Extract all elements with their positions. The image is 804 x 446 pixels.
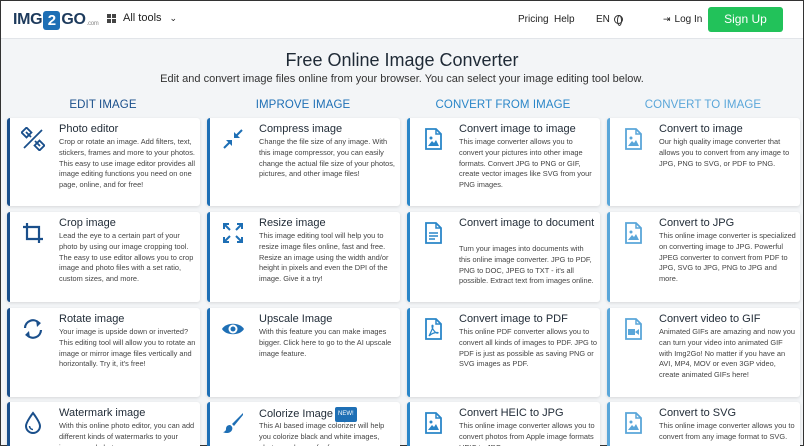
tool-title: Rotate image (59, 313, 125, 325)
photo-editor-icon (21, 127, 45, 151)
column-heading-improve: IMPROVE IMAGE (255, 99, 351, 111)
login-link[interactable]: ⇥ Log In (663, 14, 702, 25)
tool-description: With this online photo editor, you can a… (59, 421, 195, 446)
tool-title: Convert to JPG (659, 217, 735, 229)
tool-card-watermark-image[interactable]: Watermark image With this online photo e… (7, 402, 200, 446)
image-file-icon (625, 412, 642, 434)
tool-title: Colorize Image NEW! (259, 407, 399, 422)
tool-title: Compress image (259, 123, 343, 135)
pdf-file-icon (425, 318, 442, 340)
tool-description: With this feature you can make images bi… (259, 327, 392, 358)
new-badge: NEW! (334, 407, 357, 422)
tool-description: This online PDF converter allows you to … (459, 327, 598, 369)
tool-card-convert-to-svg[interactable]: Convert to SVG This online image convert… (607, 402, 800, 446)
tool-description: This AI based image colorizer will help … (259, 421, 385, 446)
tool-card-convert-heic-to-jpg[interactable]: Convert HEIC to JPG This online image co… (407, 402, 600, 446)
document-icon (425, 222, 442, 244)
image-file-icon (625, 128, 642, 150)
tool-title: Resize image (259, 217, 326, 229)
language-selector[interactable]: EN (596, 14, 623, 26)
tool-description: This online image converter is specializ… (659, 231, 796, 284)
tool-title: Upscale Image (259, 313, 333, 325)
tool-description: Turn your images into documents with thi… (459, 244, 594, 286)
tool-card-crop-image[interactable]: Crop image Lead the eye to a certain par… (7, 212, 200, 302)
top-header: IMG 2 GO .com All tools ⌄ Pricing Help EN ⇥… (1, 1, 803, 39)
tool-card-convert-to-image[interactable]: Convert to image Our high quality image … (607, 118, 800, 206)
tool-description: This online image converter allows you t… (459, 421, 595, 446)
tool-card-convert-image-to-document[interactable]: Convert image to document Turn your imag… (407, 212, 600, 302)
tool-title: Convert to image (659, 123, 743, 135)
image-file-icon (625, 222, 642, 244)
tool-card-upscale-image[interactable]: Upscale Image With this feature you can … (207, 308, 400, 397)
tool-title: Convert video to GIF (659, 313, 761, 325)
tool-description: Our high quality image converter that al… (659, 137, 790, 168)
help-link[interactable]: Help (554, 14, 575, 25)
globe-icon (613, 15, 623, 26)
tool-title: Photo editor (59, 123, 119, 135)
tool-description: Change the file size of any image. With … (259, 137, 395, 179)
compress-icon (223, 129, 243, 149)
eye-icon (222, 323, 244, 335)
pricing-link[interactable]: Pricing (518, 14, 549, 25)
column-heading-convert-from: CONVERT FROM IMAGE (435, 99, 571, 111)
tool-card-convert-video-to-gif[interactable]: Convert video to GIF Animated GIFs are a… (607, 308, 800, 397)
water-drop-icon (24, 411, 42, 434)
column-heading-edit: EDIT IMAGE (69, 99, 137, 111)
crop-icon (23, 223, 43, 243)
img2go-logo[interactable]: IMG 2 GO .com (13, 10, 99, 30)
tool-card-rotate-image[interactable]: Rotate image Your image is upside down o… (7, 308, 200, 397)
tool-description: Lead the eye to a certain part of your p… (59, 231, 194, 284)
tool-title: Convert HEIC to JPG (459, 407, 564, 419)
all-tools-menu[interactable]: All tools ⌄ (107, 12, 177, 24)
login-icon: ⇥ (663, 14, 671, 24)
paintbrush-icon (223, 413, 243, 434)
tool-description: Crop or rotate an image. Add filters, te… (59, 137, 195, 190)
page-title: Free Online Image Converter (285, 50, 519, 70)
tool-card-convert-to-jpg[interactable]: Convert to JPG This online image convert… (607, 212, 800, 302)
column-heading-convert-to: CONVERT TO IMAGE (644, 99, 762, 111)
grid-icon (107, 13, 116, 23)
tool-card-convert-image-to-image[interactable]: Convert image to image This image conver… (407, 118, 600, 206)
tool-card-convert-image-to-pdf[interactable]: Convert image to PDF This online PDF con… (407, 308, 600, 397)
tool-card-compress-image[interactable]: Compress image Change the file size of a… (207, 118, 400, 206)
image-file-icon (425, 128, 442, 150)
tool-card-photo-editor[interactable]: Photo editor Crop or rotate an image. Ad… (7, 118, 200, 206)
tool-title: Convert image to PDF (459, 313, 568, 325)
tool-description: Your image is upside down or inverted? T… (59, 327, 196, 369)
signup-button[interactable]: Sign Up (708, 7, 783, 32)
chevron-down-icon: ⌄ (169, 12, 178, 23)
tool-title: Convert image to image (459, 123, 576, 135)
tool-description: This online image converter allows you t… (659, 421, 795, 441)
image-file-icon (425, 412, 442, 434)
tool-card-resize-image[interactable]: Resize image This image editing tool wil… (207, 212, 400, 302)
page-subtitle: Edit and convert image files online from… (160, 73, 644, 85)
tool-title: Convert image to document (459, 217, 595, 229)
tool-card-colorize-image[interactable]: Colorize Image NEW! This AI based image c… (207, 402, 400, 446)
tool-description: Animated GIFs are amazing and now you ca… (659, 327, 795, 380)
rotate-icon (23, 319, 43, 339)
tool-title: Watermark image (59, 407, 146, 419)
video-file-icon (625, 318, 642, 340)
tool-description: This image converter allows you to conve… (459, 137, 592, 190)
resize-icon (223, 223, 243, 243)
tool-title: Convert to SVG (659, 407, 737, 419)
all-tools-label: All tools (123, 12, 162, 24)
tool-title: Crop image (59, 217, 116, 229)
tool-description: This image editing tool will help you to… (259, 231, 389, 284)
